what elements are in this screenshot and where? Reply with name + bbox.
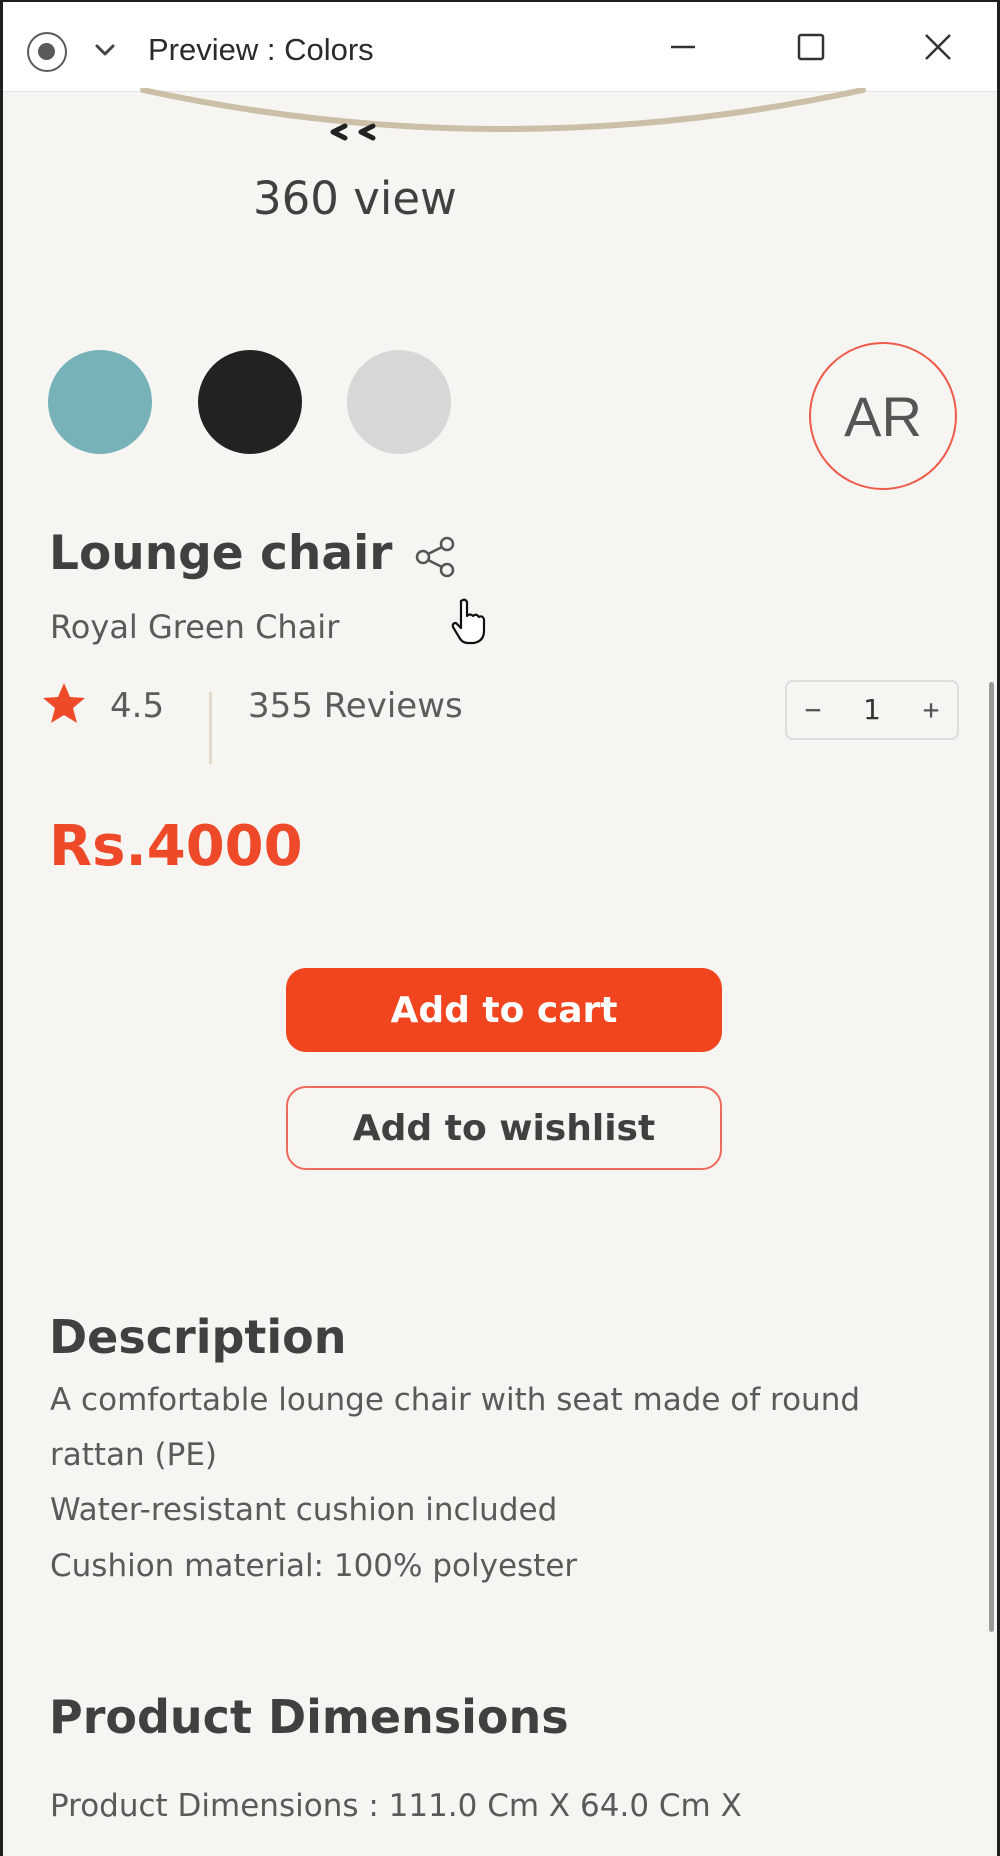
record-icon[interactable]: [27, 32, 67, 72]
color-swatch-black[interactable]: [198, 350, 302, 454]
product-detail: 360 view AR Lounge chair Royal Green Cha…: [3, 88, 997, 1856]
minimize-button[interactable]: [653, 22, 713, 72]
vertical-scrollbar[interactable]: [989, 682, 994, 1632]
rotation-arc[interactable]: [123, 88, 883, 158]
reviews-link[interactable]: 355 Reviews: [248, 686, 463, 726]
hand-cursor-icon: [451, 598, 486, 645]
close-button[interactable]: [908, 22, 968, 72]
description-heading: Description: [49, 1310, 347, 1364]
product-subtitle: Royal Green Chair: [50, 608, 340, 646]
rating-value: 4.5: [110, 686, 165, 726]
description-line: Cushion material: 100% polyester: [50, 1548, 578, 1584]
add-to-wishlist-button[interactable]: Add to wishlist: [286, 1086, 722, 1170]
description-line: rattan (PE): [50, 1437, 218, 1473]
quantity-stepper: − 1 +: [785, 680, 959, 740]
share-icon[interactable]: [411, 532, 461, 582]
dimensions-text: Product Dimensions : 111.0 Cm X 64.0 Cm …: [50, 1788, 742, 1824]
star-icon: [43, 683, 85, 723]
window-title: Preview : Colors: [148, 32, 374, 67]
add-to-cart-button[interactable]: Add to cart: [286, 968, 722, 1052]
product-title: Lounge chair: [49, 526, 393, 581]
description-line: Water-resistant cushion included: [50, 1492, 558, 1528]
description-line: A comfortable lounge chair with seat mad…: [50, 1382, 861, 1418]
dimensions-heading: Product Dimensions: [49, 1690, 569, 1744]
chevron-down-icon[interactable]: [91, 36, 119, 64]
app-window: Preview : Colors 360 view AR Lounge chai…: [0, 0, 1000, 1856]
color-swatch-gray[interactable]: [347, 350, 451, 454]
quantity-value: 1: [863, 693, 881, 726]
quantity-increase-button[interactable]: +: [913, 690, 949, 730]
view-360-label[interactable]: 360 view: [253, 172, 457, 225]
rotate-left-icon: [330, 123, 348, 141]
product-price: Rs.4000: [49, 814, 303, 879]
quantity-decrease-button[interactable]: −: [795, 690, 831, 730]
title-bar: Preview : Colors: [3, 0, 997, 92]
maximize-button[interactable]: [781, 22, 841, 72]
ar-button[interactable]: AR: [809, 342, 957, 490]
rating-divider: [209, 692, 212, 764]
color-swatch-teal[interactable]: [48, 350, 152, 454]
